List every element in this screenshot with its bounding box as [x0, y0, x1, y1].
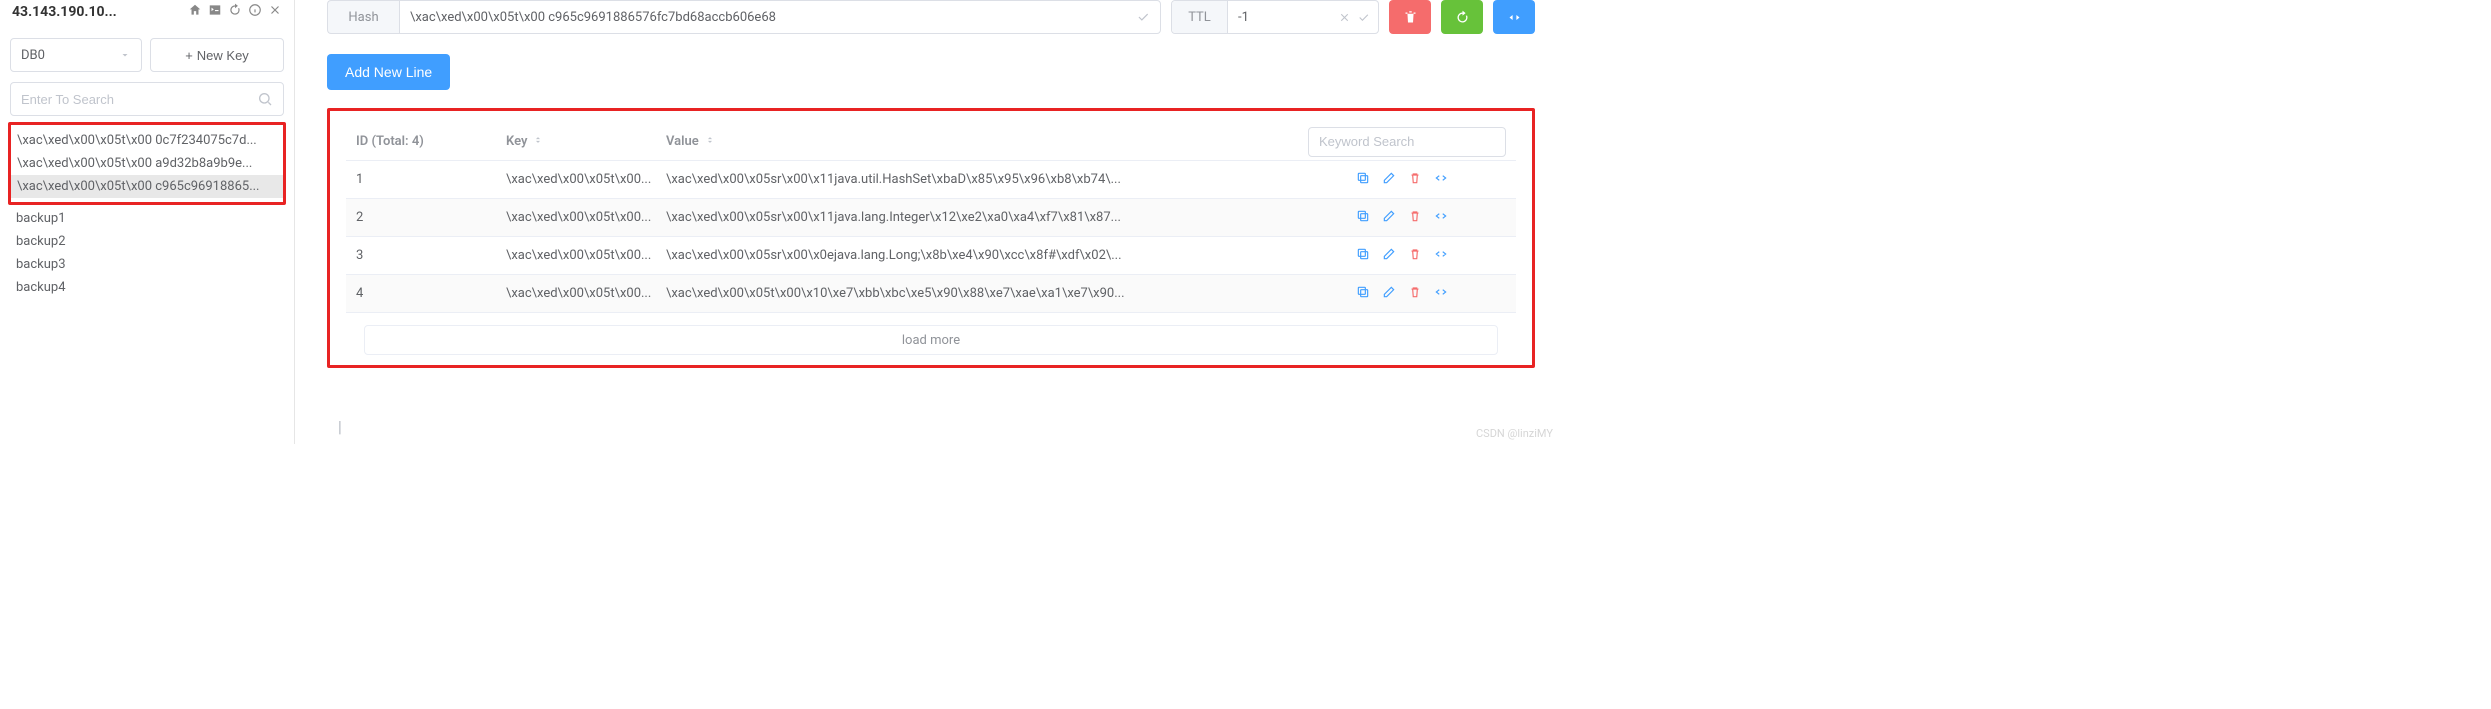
- db-select-value: DB0: [21, 48, 45, 63]
- key-item[interactable]: \xac\xed\x00\x05t\x00 a9d32b8a9b9e...: [11, 152, 283, 175]
- copy-icon[interactable]: [1356, 285, 1370, 303]
- key-type-tag: Hash: [327, 0, 399, 34]
- delete-icon[interactable]: [1408, 171, 1422, 189]
- row-actions: [1356, 285, 1506, 303]
- code-icon[interactable]: [1434, 209, 1448, 227]
- ttl-input[interactable]: TTL -1: [1171, 0, 1379, 34]
- table-row[interactable]: 1\xac\xed\x00\x05t\x00...\xac\xed\x00\x0…: [346, 161, 1516, 199]
- db-controls: DB0 + New Key: [10, 38, 284, 72]
- edit-icon[interactable]: [1382, 285, 1396, 303]
- cell-value: \xac\xed\x00\x05sr\x00\x11java.util.Hash…: [666, 172, 1356, 187]
- close-icon[interactable]: [268, 3, 282, 21]
- connection-title: 43.143.190.10...: [12, 4, 182, 20]
- row-actions: [1356, 209, 1506, 227]
- cell-id: 4: [356, 286, 506, 301]
- copy-icon[interactable]: [1356, 209, 1370, 227]
- edit-icon[interactable]: [1382, 171, 1396, 189]
- key-item[interactable]: backup1: [10, 207, 284, 230]
- col-id: ID (Total: 4): [356, 134, 506, 149]
- add-new-line-button[interactable]: Add New Line: [327, 54, 450, 90]
- row-actions: [1356, 247, 1506, 265]
- code-icon[interactable]: [1434, 171, 1448, 189]
- delete-key-button[interactable]: [1389, 0, 1431, 34]
- cell-key: \xac\xed\x00\x05t\x00...: [506, 172, 666, 187]
- cell-value: \xac\xed\x00\x05sr\x00\x11java.lang.Inte…: [666, 210, 1356, 225]
- col-value-label: Value: [666, 134, 699, 149]
- new-key-button[interactable]: + New Key: [150, 38, 284, 72]
- key-editor-row: Hash \xac\xed\x00\x05t\x00 c965c96918865…: [327, 0, 1535, 34]
- code-icon[interactable]: [1434, 285, 1448, 303]
- key-item[interactable]: backup2: [10, 230, 284, 253]
- key-item[interactable]: backup3: [10, 253, 284, 276]
- home-icon[interactable]: [188, 3, 202, 21]
- key-name-input[interactable]: \xac\xed\x00\x05t\x00 c965c9691886576fc7…: [399, 0, 1161, 34]
- db-select[interactable]: DB0: [10, 38, 142, 72]
- key-list-selected-group: \xac\xed\x00\x05t\x00 0c7f234075c7d... \…: [8, 122, 286, 205]
- search-icon[interactable]: [257, 91, 273, 107]
- load-more-button[interactable]: load more: [364, 325, 1498, 355]
- key-item[interactable]: \xac\xed\x00\x05t\x00 c965c96918865...: [11, 175, 283, 198]
- table-row[interactable]: 3\xac\xed\x00\x05t\x00...\xac\xed\x00\x0…: [346, 237, 1516, 275]
- ttl-actions: [1338, 11, 1378, 24]
- table-row[interactable]: 4\xac\xed\x00\x05t\x00...\xac\xed\x00\x0…: [346, 275, 1516, 313]
- key-item[interactable]: \xac\xed\x00\x05t\x00 0c7f234075c7d...: [11, 129, 283, 152]
- delete-icon[interactable]: [1408, 247, 1422, 265]
- connection-header: 43.143.190.10...: [10, 0, 284, 24]
- row-actions: [1356, 171, 1506, 189]
- key-name-value: \xac\xed\x00\x05t\x00 c965c9691886576fc7…: [410, 10, 1130, 25]
- copy-icon[interactable]: [1356, 171, 1370, 189]
- key-search: [10, 82, 284, 116]
- cell-key: \xac\xed\x00\x05t\x00...: [506, 210, 666, 225]
- delete-icon[interactable]: [1408, 209, 1422, 227]
- col-key-label: Key: [506, 134, 527, 149]
- hash-table-area: ID (Total: 4) Key Value 1\xac\xed\x00\x0…: [327, 108, 1535, 368]
- cell-value: \xac\xed\x00\x05t\x00\x10\xe7\xbb\xbc\xe…: [666, 286, 1356, 301]
- col-key[interactable]: Key: [506, 134, 666, 149]
- sort-icon: [533, 134, 543, 149]
- info-icon[interactable]: [248, 3, 262, 21]
- cell-id: 2: [356, 210, 506, 225]
- table-body: 1\xac\xed\x00\x05t\x00...\xac\xed\x00\x0…: [346, 161, 1516, 313]
- edit-icon[interactable]: [1382, 247, 1396, 265]
- cell-key: \xac\xed\x00\x05t\x00...: [506, 286, 666, 301]
- keyword-search-input[interactable]: [1308, 127, 1506, 157]
- copy-icon[interactable]: [1356, 247, 1370, 265]
- col-value[interactable]: Value: [666, 134, 1356, 149]
- table-row[interactable]: 2\xac\xed\x00\x05t\x00...\xac\xed\x00\x0…: [346, 199, 1516, 237]
- new-key-label: New Key: [197, 48, 249, 63]
- watermark: CSDN @linziMY: [1476, 427, 1553, 440]
- search-input[interactable]: [21, 92, 257, 107]
- terminal-icon[interactable]: [208, 3, 222, 21]
- cell-id: 3: [356, 248, 506, 263]
- ttl-label: TTL: [1172, 1, 1228, 33]
- cell-value: \xac\xed\x00\x05sr\x00\x0ejava.lang.Long…: [666, 248, 1356, 263]
- sidebar: 43.143.190.10... DB0 + New Key \xac\xed\…: [0, 0, 295, 444]
- refresh-icon[interactable]: [228, 3, 242, 21]
- table-tools: [1356, 127, 1506, 157]
- main-panel: Hash \xac\xed\x00\x05t\x00 c965c96918865…: [295, 0, 1563, 444]
- check-icon[interactable]: [1357, 11, 1370, 24]
- key-list: backup1 backup2 backup3 backup4: [10, 205, 284, 299]
- cell-key: \xac\xed\x00\x05t\x00...: [506, 248, 666, 263]
- connection-actions: [188, 3, 282, 21]
- code-icon[interactable]: [1434, 247, 1448, 265]
- code-view-button[interactable]: [1493, 0, 1535, 34]
- delete-icon[interactable]: [1408, 285, 1422, 303]
- plus-icon: +: [185, 48, 193, 63]
- chevron-down-icon: [119, 49, 131, 61]
- cell-id: 1: [356, 172, 506, 187]
- refresh-key-button[interactable]: [1441, 0, 1483, 34]
- clear-icon[interactable]: [1338, 11, 1351, 24]
- check-icon[interactable]: [1136, 10, 1150, 24]
- ttl-value: -1: [1228, 10, 1338, 25]
- edit-icon[interactable]: [1382, 209, 1396, 227]
- table-header: ID (Total: 4) Key Value: [346, 123, 1516, 161]
- sort-icon: [705, 134, 715, 149]
- key-item[interactable]: backup4: [10, 276, 284, 299]
